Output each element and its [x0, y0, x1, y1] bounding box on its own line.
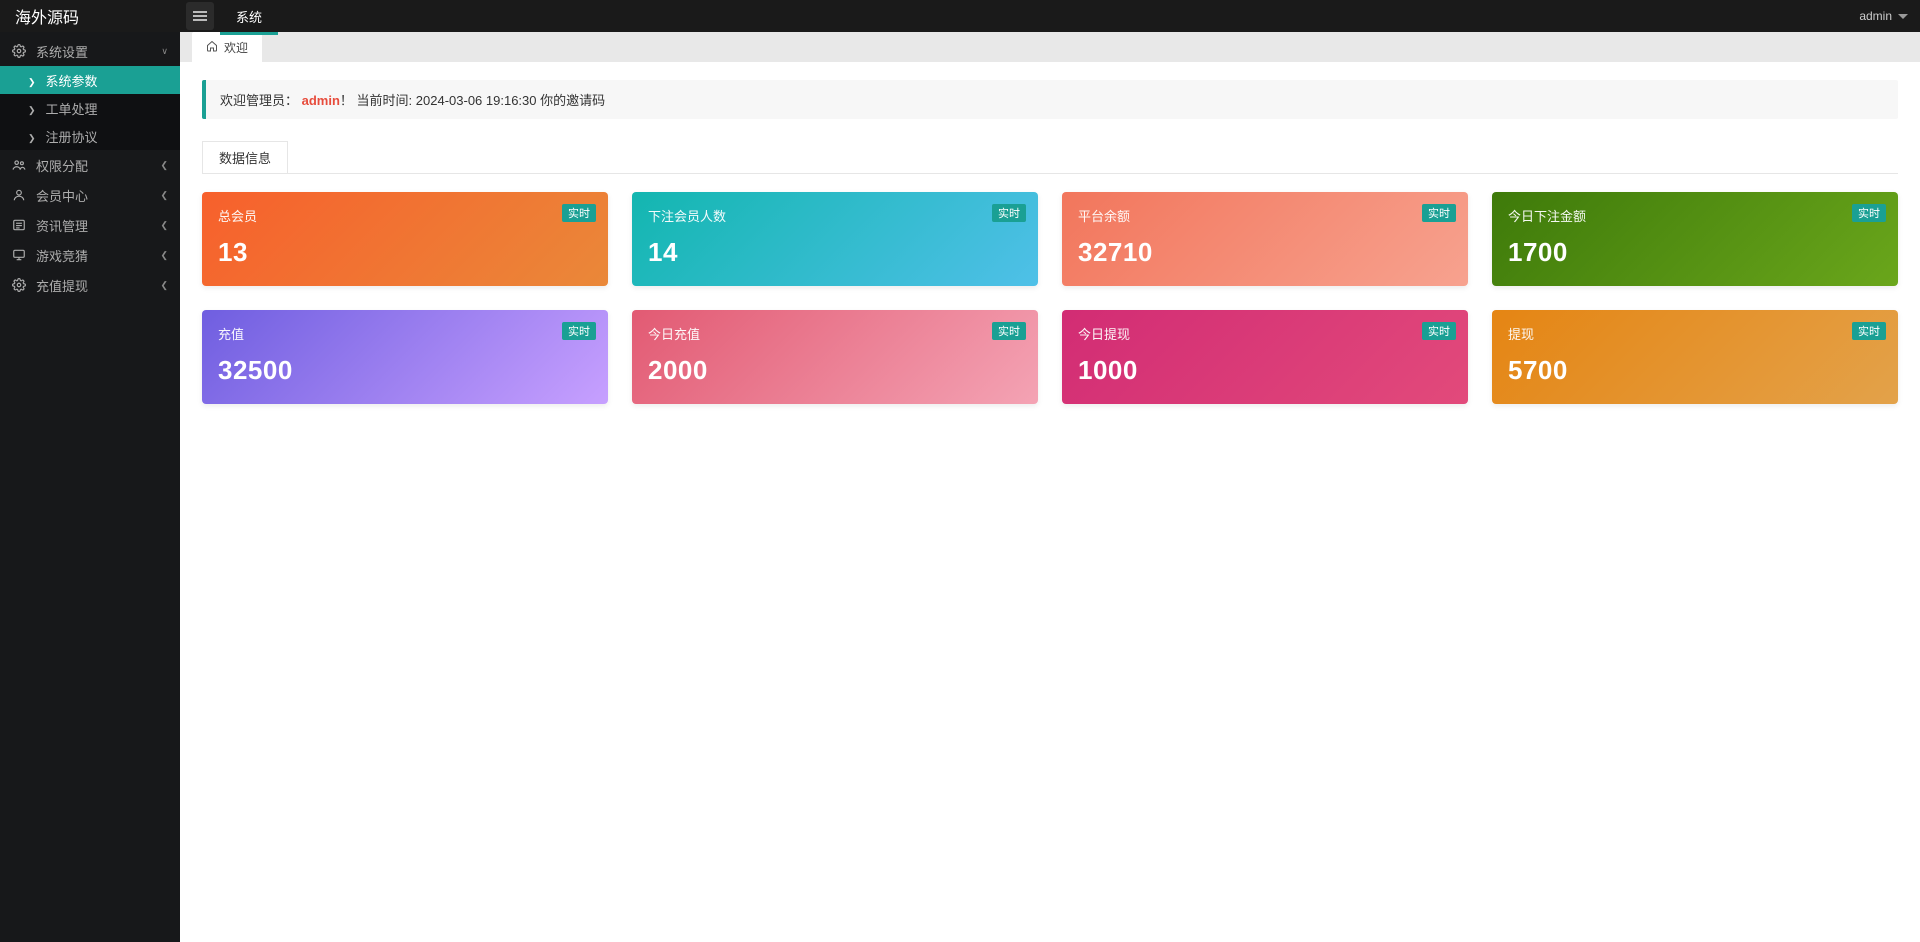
- stat-card: 今日充值实时 2000: [632, 310, 1038, 404]
- realtime-badge: 实时: [1852, 322, 1886, 340]
- realtime-badge: 实时: [562, 204, 596, 222]
- sidebar-item-label: 充值提现: [36, 276, 88, 295]
- stat-card: 今日提现实时 1000: [1062, 310, 1468, 404]
- sidebar-item[interactable]: 权限分配: [0, 150, 180, 180]
- stat-card-value: 13: [218, 237, 592, 268]
- sidebar-item-label: 系统设置: [36, 42, 88, 61]
- content-area: 欢迎管理员： admin！ 当前时间: 2024-03-06 19:16:30 …: [180, 62, 1920, 942]
- realtime-badge: 实时: [1422, 204, 1456, 222]
- stat-card-value: 2000: [648, 355, 1022, 386]
- brand-logo: 海外源码: [0, 0, 180, 32]
- sidebar-item-label: 会员中心: [36, 186, 88, 205]
- stat-card: 充值实时 32500: [202, 310, 608, 404]
- sidebar-item[interactable]: 系统设置: [0, 36, 180, 66]
- stat-card-title: 充值: [218, 324, 592, 343]
- home-icon: [206, 40, 218, 55]
- tab-bar: 欢迎: [180, 32, 1920, 62]
- caret-down-icon: [1898, 14, 1908, 19]
- sidebar-item[interactable]: 充值提现: [0, 270, 180, 300]
- chevron-right-icon: [28, 73, 36, 88]
- realtime-badge: 实时: [562, 322, 596, 340]
- chevron-left-icon: [160, 220, 168, 231]
- news-icon: [12, 218, 26, 232]
- user-icon: [12, 188, 26, 202]
- realtime-badge: 实时: [992, 204, 1026, 222]
- sidebar-item[interactable]: 资讯管理: [0, 210, 180, 240]
- stat-card-value: 1700: [1508, 237, 1882, 268]
- stat-card-title: 今日下注金额: [1508, 206, 1882, 225]
- sidebar-subitem-label: 注册协议: [46, 127, 98, 146]
- stat-card-title: 总会员: [218, 206, 592, 225]
- hamburger-icon: [193, 11, 207, 21]
- welcome-banner: 欢迎管理员： admin！ 当前时间: 2024-03-06 19:16:30 …: [202, 80, 1898, 119]
- user-menu[interactable]: admin: [1859, 0, 1920, 32]
- realtime-badge: 实时: [1852, 204, 1886, 222]
- stat-card: 今日下注金额实时 1700: [1492, 192, 1898, 286]
- stat-card: 下注会员人数实时 14: [632, 192, 1038, 286]
- chevron-left-icon: [160, 190, 168, 201]
- sidebar-item-label: 权限分配: [36, 156, 88, 175]
- stat-card-title: 提现: [1508, 324, 1882, 343]
- chevron-right-icon: [28, 101, 36, 116]
- welcome-time: 2024-03-06 19:16:30: [416, 93, 537, 108]
- monitor-icon: [12, 248, 26, 262]
- stat-card-title: 今日充值: [648, 324, 1022, 343]
- tab-label: 欢迎: [224, 39, 248, 56]
- sidebar-item[interactable]: 游戏竞猜: [0, 240, 180, 270]
- stat-card-value: 14: [648, 237, 1022, 268]
- gear-icon: [12, 278, 26, 292]
- stat-card-value: 32500: [218, 355, 592, 386]
- stat-card-value: 5700: [1508, 355, 1882, 386]
- sidebar-subitem[interactable]: 系统参数: [0, 66, 180, 94]
- stat-card: 总会员实时 13: [202, 192, 608, 286]
- stat-card: 平台余额实时 32710: [1062, 192, 1468, 286]
- user-name: admin: [1859, 9, 1892, 23]
- stat-card-value: 32710: [1078, 237, 1452, 268]
- header-menu: 系统: [220, 0, 278, 32]
- sidebar-toggle-button[interactable]: [186, 2, 214, 30]
- sidebar-subitem-label: 系统参数: [46, 71, 98, 90]
- sidebar-subitem[interactable]: 工单处理: [0, 94, 180, 122]
- data-info-tab[interactable]: 数据信息: [202, 141, 288, 173]
- realtime-badge: 实时: [992, 322, 1026, 340]
- sidebar-subitem[interactable]: 注册协议: [0, 122, 180, 150]
- realtime-badge: 实时: [1422, 322, 1456, 340]
- top-header: 海外源码 系统 admin: [0, 0, 1920, 32]
- header-menu-item-system[interactable]: 系统: [220, 0, 278, 32]
- sidebar-item-label: 游戏竞猜: [36, 246, 88, 265]
- stat-card: 提现实时 5700: [1492, 310, 1898, 404]
- users-icon: [12, 158, 26, 172]
- sidebar-subitem-label: 工单处理: [46, 99, 98, 118]
- gear-icon: [12, 44, 26, 58]
- chevron-left-icon: [160, 250, 168, 261]
- cards-grid: 总会员实时13下注会员人数实时14平台余额实时32710今日下注金额实时1700…: [202, 173, 1898, 404]
- welcome-username: admin: [302, 93, 340, 108]
- chevron-left-icon: [160, 280, 168, 291]
- chevron-right-icon: [28, 129, 36, 144]
- stat-card-value: 1000: [1078, 355, 1452, 386]
- tab-welcome[interactable]: 欢迎: [192, 32, 262, 62]
- chevron-left-icon: [160, 160, 168, 171]
- sidebar-item-label: 资讯管理: [36, 216, 88, 235]
- sidebar: 系统设置系统参数工单处理注册协议权限分配会员中心资讯管理游戏竞猜充值提现: [0, 32, 180, 942]
- sidebar-item[interactable]: 会员中心: [0, 180, 180, 210]
- chevron-down-icon: [161, 46, 168, 57]
- stat-card-title: 平台余额: [1078, 206, 1452, 225]
- stat-card-title: 下注会员人数: [648, 206, 1022, 225]
- stat-card-title: 今日提现: [1078, 324, 1452, 343]
